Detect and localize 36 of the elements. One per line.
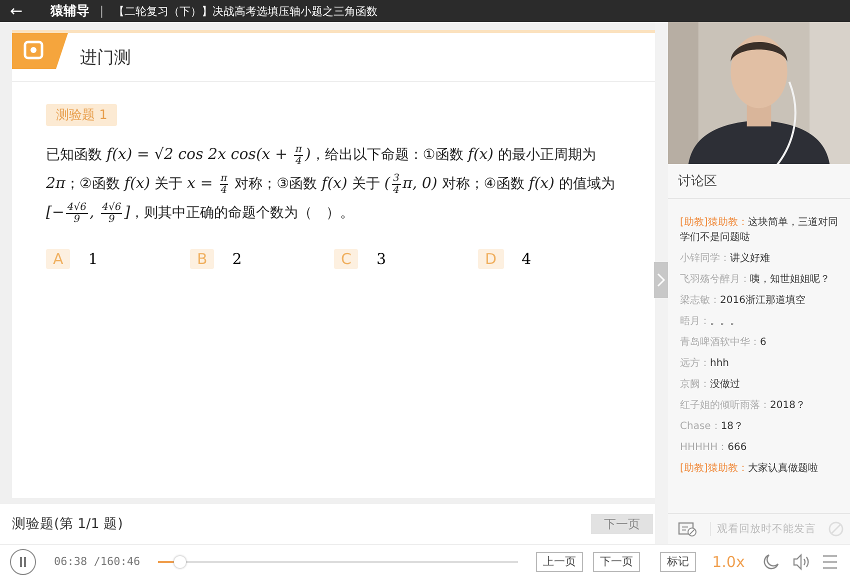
chat-message: Chase：18？ [680,420,745,434]
option-text[interactable]: 4 [522,250,532,268]
chat-message: [助教]猿助教：这块简单，三道对同学们不是问题哒 [680,216,839,245]
window-title: 【二轮复习（下）】决战高考选填压轴小题之三角函数 [114,4,378,18]
discussion-heading: 讨论区 [668,164,850,199]
player-button[interactable]: 下一页 [593,552,640,572]
chat-message: HHHHH：666 [680,441,748,455]
chat-message: 梁志敏：2016浙江那道填空 [680,294,806,308]
app-name: 猿辅导 [50,3,90,20]
chat-message: 小锌同学：讲义好难 [680,252,771,266]
menu-icon[interactable] [820,554,839,570]
chat-message: 飞羽殇兮醉月：咦，知世姐姐呢？ [680,272,831,287]
chat-message: 晤月：。。。 [680,315,741,329]
progress-thumb[interactable] [174,556,186,568]
quiz-heading: 进门测 [80,46,131,68]
muted-chat-icon[interactable] [678,521,698,537]
player-button[interactable]: 标记 [660,552,696,572]
no-entry-icon [828,521,844,537]
title-separator: | [100,4,104,18]
option-text[interactable]: 3 [376,250,386,268]
chat-message: 远方：hhh [680,356,730,371]
option-text[interactable]: 2 [232,250,242,268]
playback-time: 06:38 /160:46 [54,555,140,568]
speaker-icon[interactable] [790,552,811,572]
pause-icon [18,556,28,568]
option-text[interactable]: 1 [88,250,98,268]
chat-message: 红子姐的倾听雨落：2018？ [680,398,806,413]
chat-message: [助教]猿助教：大家认真做题啦 [680,462,819,476]
chat-message: 青岛啤酒软中华：6 [680,336,768,350]
chevron-right-icon [656,272,666,288]
question-counter: 测验题(第 1/1 题) [12,515,123,533]
chat-message: 京阙：没做过 [680,378,741,392]
quiz-tag: 测验题 1 [46,104,118,126]
player-button[interactable]: 上一页 [536,552,584,572]
back-button[interactable]: ← [10,2,23,20]
pause-button[interactable] [10,548,36,574]
